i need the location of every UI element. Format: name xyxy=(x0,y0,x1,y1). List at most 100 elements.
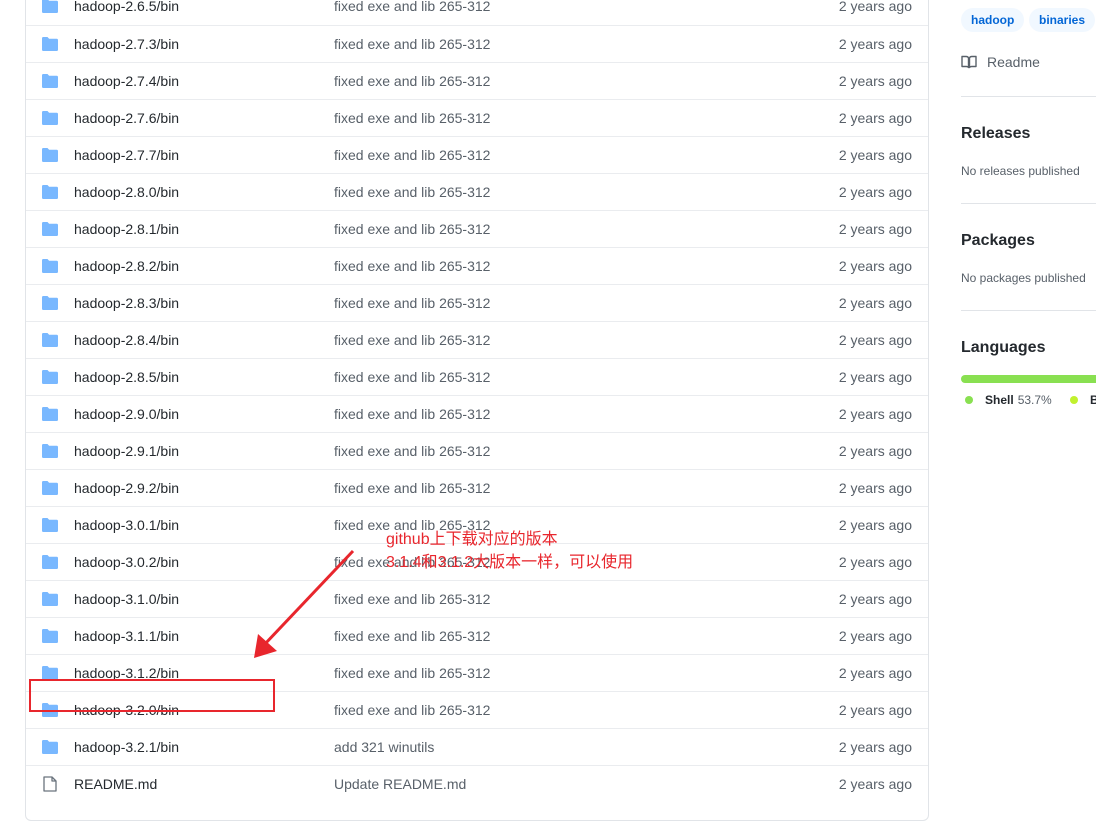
commit-message-link[interactable]: fixed exe and lib 265-312 xyxy=(334,73,490,89)
commit-age: 2 years ago xyxy=(838,406,912,422)
file-name-link[interactable]: hadoop-2.7.4/bin xyxy=(74,73,179,89)
file-name-link[interactable]: hadoop-2.8.5/bin xyxy=(74,369,179,385)
folder-icon xyxy=(42,333,58,347)
language-dot xyxy=(1070,396,1078,404)
file-name-link[interactable]: hadoop-2.9.2/bin xyxy=(74,480,179,496)
commit-message-link[interactable]: fixed exe and lib 265-312 xyxy=(334,591,490,607)
file-name-link[interactable]: README.md xyxy=(74,776,157,792)
commit-message-link[interactable]: fixed exe and lib 265-312 xyxy=(334,369,490,385)
folder-row[interactable]: hadoop-2.6.5/bin fixed exe and lib 265-31… xyxy=(26,0,928,24)
folder-row[interactable]: hadoop-2.7.3/bin fixed exe and lib 265-31… xyxy=(26,25,928,62)
folder-row[interactable]: hadoop-2.7.6/bin fixed exe and lib 265-31… xyxy=(26,99,928,136)
folder-row[interactable]: hadoop-2.8.1/bin fixed exe and lib 265-31… xyxy=(26,210,928,247)
file-name-link[interactable]: hadoop-2.7.6/bin xyxy=(74,110,179,126)
commit-message-link[interactable]: fixed exe and lib 265-312 xyxy=(334,443,490,459)
folder-row[interactable]: hadoop-3.1.0/bin fixed exe and lib 265-31… xyxy=(26,580,928,617)
folder-row[interactable]: hadoop-2.8.5/bin fixed exe and lib 265-31… xyxy=(26,358,928,395)
commit-message-link[interactable]: fixed exe and lib 265-312 xyxy=(334,147,490,163)
folder-row[interactable]: hadoop-2.7.7/bin fixed exe and lib 265-31… xyxy=(26,136,928,173)
file-name-link[interactable]: hadoop-2.7.7/bin xyxy=(74,147,179,163)
commit-message-link[interactable]: fixed exe and lib 265-312 xyxy=(334,295,490,311)
topic-binaries[interactable]: binaries xyxy=(1029,8,1096,32)
commit-message-link[interactable]: fixed exe and lib 265-312 xyxy=(334,0,490,14)
folder-icon xyxy=(42,481,58,495)
folder-row[interactable]: hadoop-2.9.1/bin fixed exe and lib 265-31… xyxy=(26,432,928,469)
commit-message-link[interactable]: fixed exe and lib 265-312 xyxy=(334,184,490,200)
commit-age: 2 years ago xyxy=(838,369,912,385)
commit-age: 2 years ago xyxy=(838,221,912,237)
folder-row[interactable]: hadoop-3.1.1/bin fixed exe and lib 265-31… xyxy=(26,617,928,654)
folder-row[interactable]: hadoop-2.8.0/bin fixed exe and lib 265-31… xyxy=(26,173,928,210)
commit-age: 2 years ago xyxy=(838,517,912,533)
commit-age: 2 years ago xyxy=(838,702,912,718)
file-name-link[interactable]: hadoop-2.9.0/bin xyxy=(74,406,179,422)
folder-row[interactable]: hadoop-2.9.0/bin fixed exe and lib 265-31… xyxy=(26,395,928,432)
topic-hadoop[interactable]: hadoop xyxy=(961,8,1025,32)
folder-row[interactable]: hadoop-2.8.2/bin fixed exe and lib 265-31… xyxy=(26,247,928,284)
commit-age: 2 years ago xyxy=(838,776,912,792)
folder-icon xyxy=(42,222,58,236)
commit-age: 2 years ago xyxy=(838,258,912,274)
commit-age: 2 years ago xyxy=(838,73,912,89)
commit-message-link[interactable]: Update README.md xyxy=(334,776,466,792)
packages-empty-text: No packages published xyxy=(961,271,1086,285)
commit-age: 2 years ago xyxy=(838,36,912,52)
commit-message-link[interactable]: fixed exe and lib 265-312 xyxy=(334,628,490,644)
file-name-link[interactable]: hadoop-2.8.2/bin xyxy=(74,258,179,274)
readme-link[interactable]: Readme xyxy=(961,54,1040,70)
file-row[interactable]: README.md Update README.md 2 years ago xyxy=(26,765,928,802)
language-dot xyxy=(965,396,973,404)
divider xyxy=(961,96,1096,97)
file-name-link[interactable]: hadoop-2.8.4/bin xyxy=(74,332,179,348)
languages-title: Languages xyxy=(961,339,1046,356)
folder-icon xyxy=(42,629,58,643)
folder-row[interactable]: hadoop-3.2.1/bin add 321 winutils 2 years … xyxy=(26,728,928,765)
commit-message-link[interactable]: fixed exe and lib 265-312 xyxy=(334,480,490,496)
commit-message-link[interactable]: fixed exe and lib 265-312 xyxy=(334,702,490,718)
commit-message-link[interactable]: fixed exe and lib 265-312 xyxy=(334,258,490,274)
commit-age: 2 years ago xyxy=(838,739,912,755)
folder-icon xyxy=(42,0,58,13)
commit-message-link[interactable]: fixed exe and lib 265-312 xyxy=(334,36,490,52)
folder-icon xyxy=(42,296,58,310)
folder-row[interactable]: hadoop-2.7.4/bin fixed exe and lib 265-31… xyxy=(26,62,928,99)
commit-message-link[interactable]: fixed exe and lib 265-312 xyxy=(334,332,490,348)
folder-row[interactable]: hadoop-2.8.3/bin fixed exe and lib 265-31… xyxy=(26,284,928,321)
folder-row[interactable]: hadoop-2.8.4/bin fixed exe and lib 265-31… xyxy=(26,321,928,358)
folder-row[interactable]: hadoop-2.9.2/bin fixed exe and lib 265-31… xyxy=(26,469,928,506)
folder-icon xyxy=(42,111,58,125)
folder-icon xyxy=(42,518,58,532)
file-name-link[interactable]: hadoop-2.8.1/bin xyxy=(74,221,179,237)
commit-age: 2 years ago xyxy=(838,665,912,681)
commit-message-link[interactable]: fixed exe and lib 265-312 xyxy=(334,221,490,237)
file-name-link[interactable]: hadoop-2.6.5/bin xyxy=(74,0,179,14)
commit-age: 2 years ago xyxy=(838,628,912,644)
language-bar xyxy=(961,375,1096,383)
file-name-link[interactable]: hadoop-3.0.2/bin xyxy=(74,554,179,570)
file-name-link[interactable]: hadoop-3.0.1/bin xyxy=(74,517,179,533)
folder-icon xyxy=(42,37,58,51)
packages-title[interactable]: Packages xyxy=(961,232,1035,250)
file-name-link[interactable]: hadoop-3.1.1/bin xyxy=(74,628,179,644)
file-name-link[interactable]: hadoop-3.2.1/bin xyxy=(74,739,179,755)
releases-title[interactable]: Releases xyxy=(961,125,1030,143)
divider xyxy=(961,310,1096,311)
divider xyxy=(961,203,1096,204)
language-item-b[interactable]: B xyxy=(1070,393,1096,407)
file-name-link[interactable]: hadoop-2.9.1/bin xyxy=(74,443,179,459)
language-name: Shell xyxy=(985,393,1014,407)
file-name-link[interactable]: hadoop-3.1.0/bin xyxy=(74,591,179,607)
commit-message-link[interactable]: fixed exe and lib 265-312 xyxy=(334,665,490,681)
language-percent: 53.7% xyxy=(1017,393,1052,407)
file-name-link[interactable]: hadoop-2.7.3/bin xyxy=(74,36,179,52)
commit-age: 2 years ago xyxy=(838,0,912,14)
commit-message-link[interactable]: fixed exe and lib 265-312 xyxy=(334,406,490,422)
commit-age: 2 years ago xyxy=(838,332,912,348)
folder-icon xyxy=(42,592,58,606)
folder-icon xyxy=(42,185,58,199)
file-name-link[interactable]: hadoop-2.8.0/bin xyxy=(74,184,179,200)
file-name-link[interactable]: hadoop-2.8.3/bin xyxy=(74,295,179,311)
commit-message-link[interactable]: add 321 winutils xyxy=(334,739,434,755)
commit-message-link[interactable]: fixed exe and lib 265-312 xyxy=(334,110,490,126)
language-item-shell[interactable]: Shell 53.7% xyxy=(965,393,1052,407)
